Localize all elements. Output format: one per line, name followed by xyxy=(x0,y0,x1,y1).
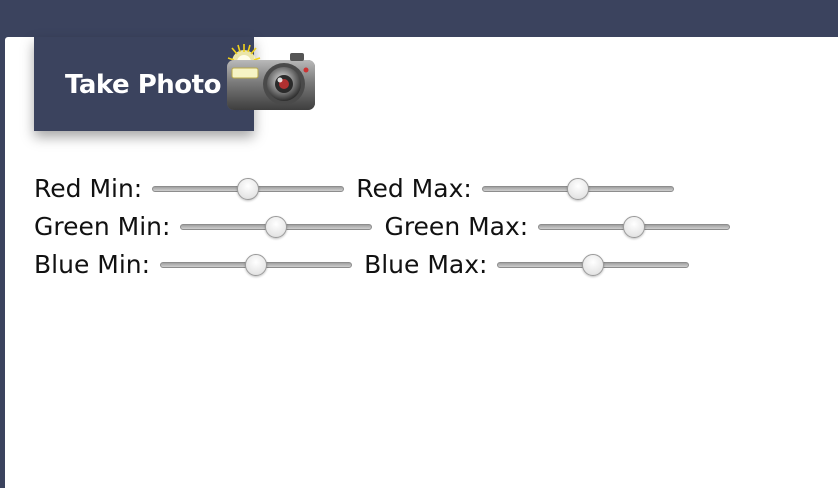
blue-max-label: Blue Max: xyxy=(364,250,488,279)
green-min-label: Green Min: xyxy=(34,212,171,241)
green-max-slider[interactable] xyxy=(538,215,731,239)
take-photo-button[interactable]: Take Photo xyxy=(34,37,254,131)
red-slider-row: Red Min: Red Max: xyxy=(34,172,686,206)
slider-thumb[interactable] xyxy=(265,216,288,238)
take-photo-label: Take Photo xyxy=(65,70,221,100)
blue-slider-row: Blue Min: Blue Max: xyxy=(34,248,701,282)
blue-min-label: Blue Min: xyxy=(34,250,151,279)
green-min-slider[interactable] xyxy=(180,215,373,239)
slider-thumb[interactable] xyxy=(245,254,268,276)
green-max-label: Green Max: xyxy=(384,212,529,241)
red-min-label: Red Min: xyxy=(34,174,143,203)
red-max-slider[interactable] xyxy=(481,177,674,201)
red-min-slider[interactable] xyxy=(152,177,345,201)
camera-with-flash-icon xyxy=(227,44,315,110)
slider-thumb[interactable] xyxy=(566,178,589,200)
slider-thumb[interactable] xyxy=(623,216,646,238)
slider-thumb[interactable] xyxy=(582,254,605,276)
red-max-label: Red Max: xyxy=(356,174,472,203)
blue-min-slider[interactable] xyxy=(160,253,353,277)
blue-max-slider[interactable] xyxy=(497,253,690,277)
green-slider-row: Green Min: Green Max: xyxy=(34,210,742,244)
slider-thumb[interactable] xyxy=(237,178,260,200)
